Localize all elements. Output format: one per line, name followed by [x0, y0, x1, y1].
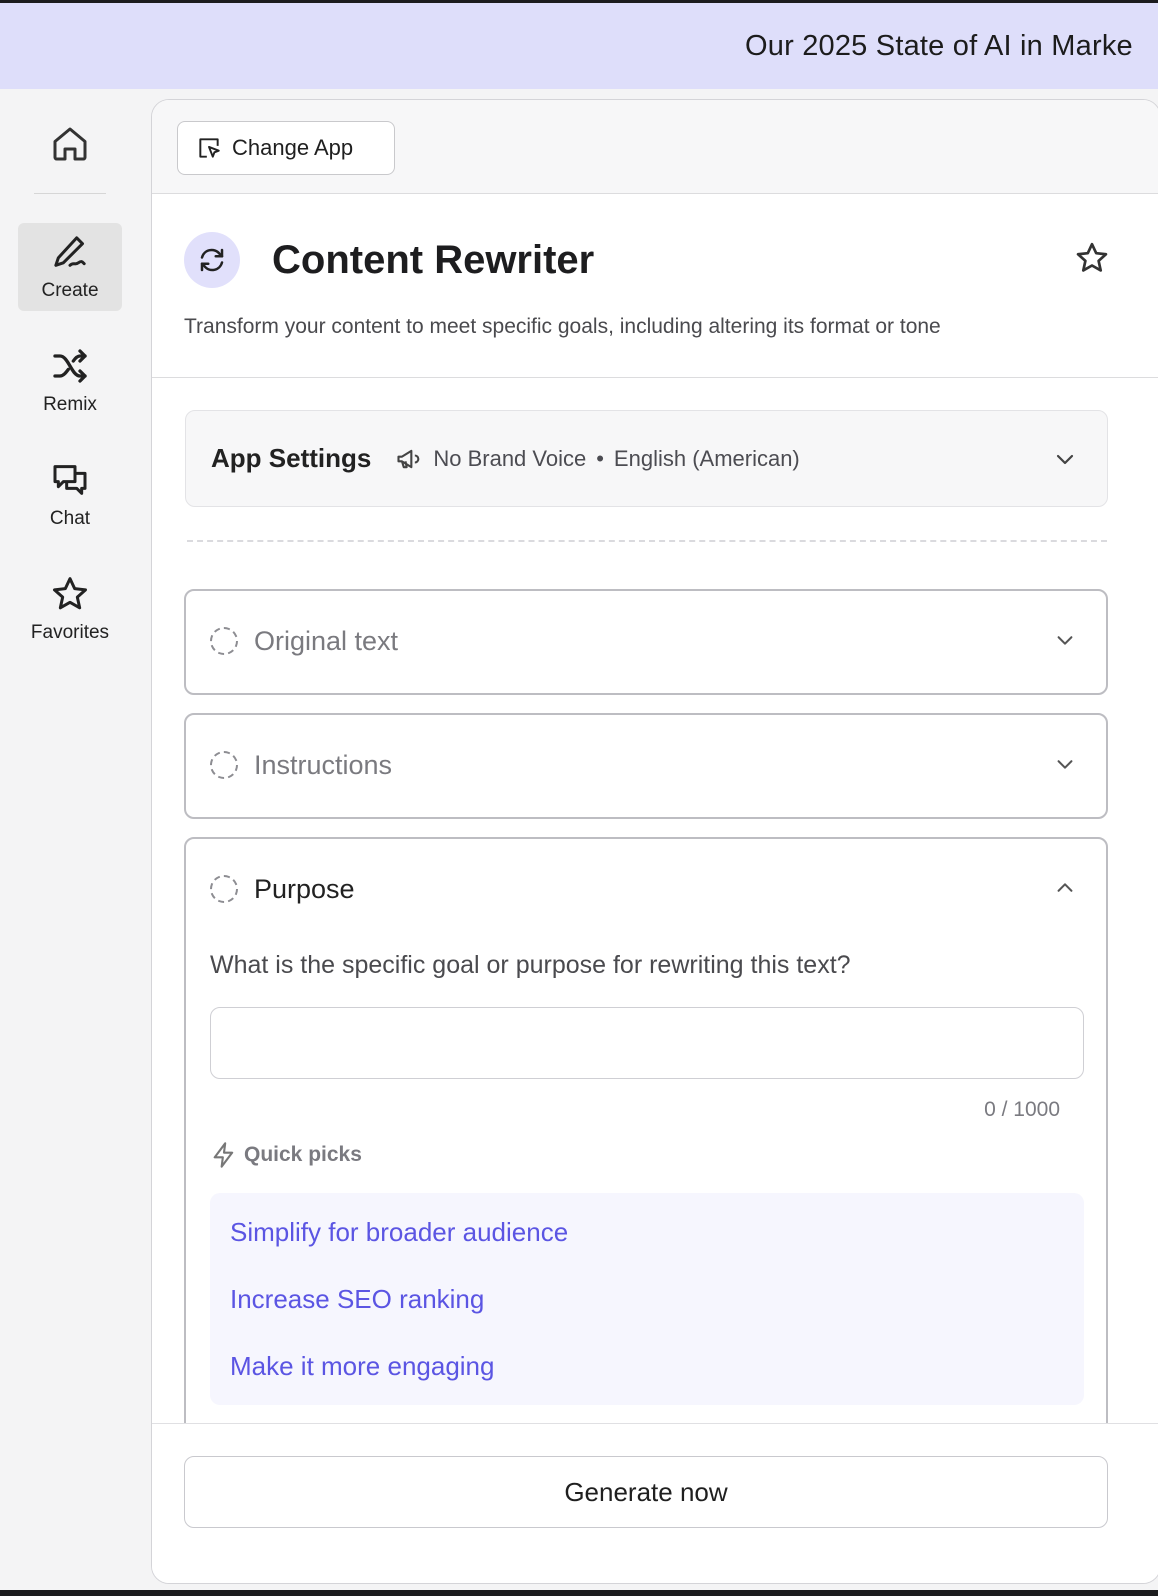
megaphone-icon [397, 449, 420, 468]
page-title: Content Rewriter [272, 238, 595, 282]
home-button[interactable] [35, 114, 105, 174]
section-title: Original text [254, 625, 399, 656]
language-value: English (American) [613, 445, 800, 471]
section-original-text-header[interactable]: Original text [186, 591, 1106, 691]
app-settings-title: App Settings [211, 443, 372, 473]
generate-now-button[interactable]: Generate now [184, 1456, 1108, 1528]
refresh-icon [200, 248, 224, 272]
character-counter: 0 / 1000 [984, 1098, 1060, 1121]
panel-footer: Generate now [152, 1423, 1158, 1583]
pen-icon [54, 236, 86, 267]
step-status-icon [210, 875, 238, 903]
shuffle-icon [53, 349, 87, 383]
section-instructions: Instructions [184, 713, 1108, 819]
section-original-text: Original text [184, 589, 1108, 695]
chat-bubbles-icon [53, 465, 87, 495]
section-title: Purpose [254, 873, 355, 904]
change-app-button[interactable]: Change App [177, 121, 395, 175]
quick-picks-list: Simplify for broader audience Increase S… [210, 1193, 1084, 1405]
home-icon [53, 127, 87, 161]
app-description: Transform your content to meet specific … [184, 315, 941, 338]
quick-pick-simplify[interactable]: Simplify for broader audience [210, 1199, 1084, 1266]
app-icon [184, 232, 240, 288]
purpose-question: What is the specific goal or purpose for… [210, 951, 851, 979]
change-app-label: Change App [232, 135, 354, 160]
announcement-banner[interactable]: Our 2025 State of AI in Marke [0, 3, 1158, 89]
cursor-window-icon [199, 138, 220, 158]
quick-pick-seo[interactable]: Increase SEO ranking [210, 1266, 1084, 1333]
chevron-up-icon [1057, 883, 1073, 892]
star-icon [53, 577, 87, 610]
section-purpose: Purpose What is the specific goal or pur… [184, 837, 1108, 1457]
brand-voice-value: No Brand Voice [433, 445, 587, 471]
section-purpose-header[interactable]: Purpose [186, 839, 1106, 939]
quick-picks-label: Quick picks [244, 1143, 362, 1166]
panel-toolbar: Change App [152, 100, 1158, 194]
sidebar-item-label: Create [41, 280, 99, 301]
window-bottom-edge [0, 1590, 1158, 1596]
step-status-icon [210, 627, 238, 655]
app-panel: Change App Content Rewriter Transform yo… [151, 99, 1158, 1584]
chevron-down-icon [1057, 760, 1073, 769]
sidebar-item-label: Favorites [30, 622, 110, 643]
sidebar-item-favorites[interactable]: Favorites [18, 565, 122, 653]
chevron-down-icon [1056, 454, 1074, 465]
chevron-down-icon [1057, 636, 1073, 645]
quick-picks-header: Quick picks [210, 1141, 362, 1169]
quick-pick-engaging[interactable]: Make it more engaging [210, 1333, 1084, 1400]
app-settings-accordion[interactable]: App Settings No Brand Voice • English (A… [185, 410, 1108, 507]
section-divider [187, 540, 1107, 542]
sidebar-item-label: Remix [43, 394, 97, 415]
lightning-icon [213, 1142, 234, 1168]
sidebar-item-create[interactable]: Create [18, 223, 122, 311]
section-instructions-header[interactable]: Instructions [186, 715, 1106, 815]
banner-text: Our 2025 State of AI in Marke [745, 29, 1133, 62]
settings-separator: • [596, 445, 604, 471]
purpose-input[interactable] [210, 1007, 1084, 1079]
sidebar: Create Remix Chat Favorites [0, 89, 148, 1589]
section-title: Instructions [254, 749, 393, 780]
star-icon [1076, 242, 1108, 272]
app-settings-summary: No Brand Voice • English (American) [395, 445, 800, 473]
app-header: Content Rewriter Transform your content … [152, 194, 1158, 378]
favorite-button[interactable] [1074, 240, 1110, 281]
step-status-icon [210, 751, 238, 779]
app-window: Our 2025 State of AI in Marke Create Rem… [0, 3, 1158, 1590]
sidebar-item-chat[interactable]: Chat [18, 451, 122, 539]
sidebar-item-remix[interactable]: Remix [18, 337, 122, 425]
sidebar-divider [34, 193, 106, 194]
sidebar-item-label: Chat [49, 508, 91, 529]
